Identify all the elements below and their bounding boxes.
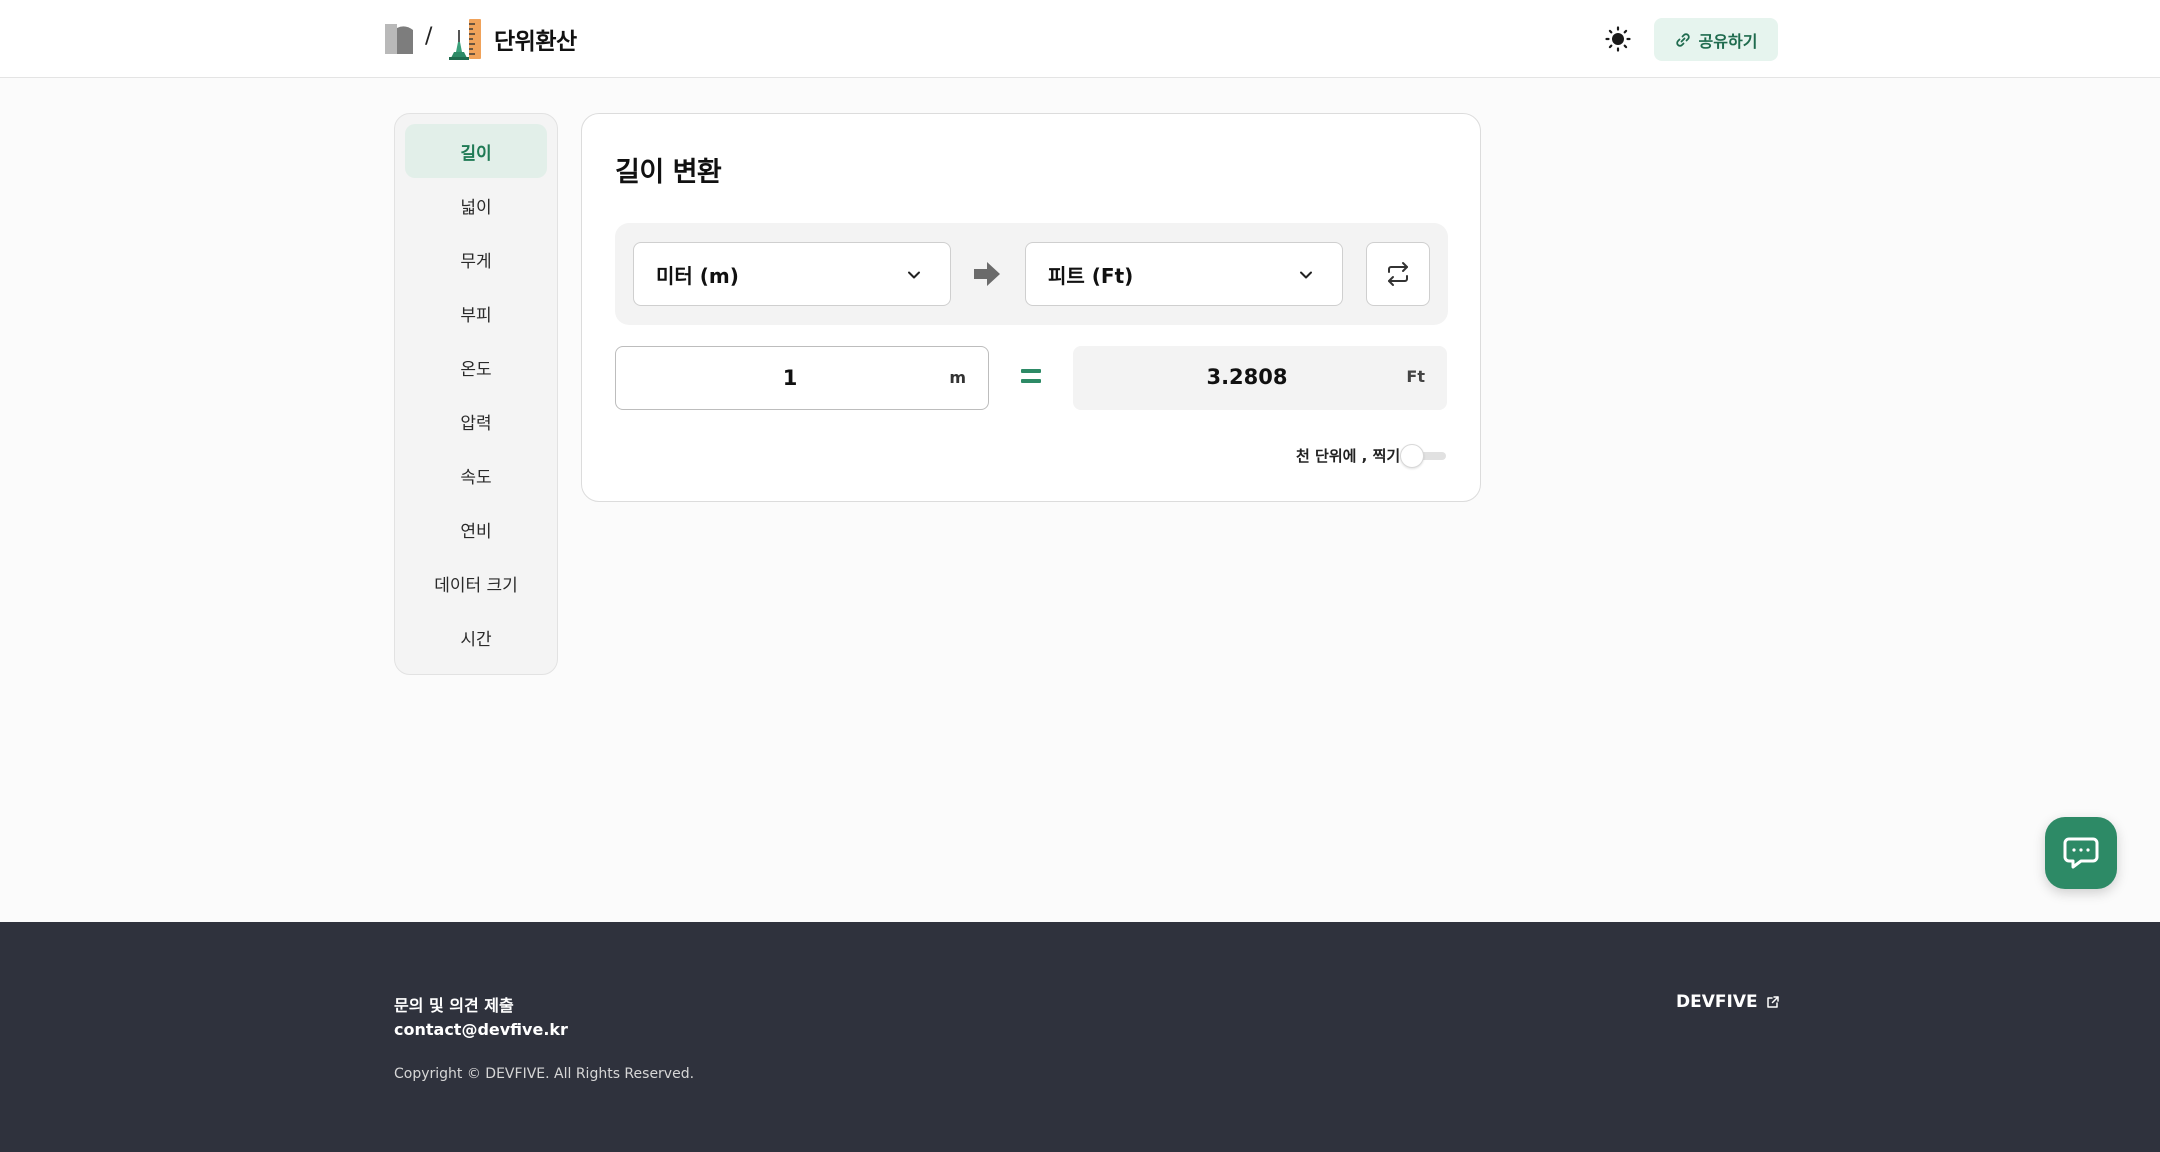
app-title[interactable]: 단위환산 xyxy=(494,22,577,56)
converter-card: 길이 변환 미터 (m) 피트 (Ft) m xyxy=(581,113,1481,502)
chat-button[interactable] xyxy=(2045,817,2117,889)
link-icon xyxy=(1675,32,1690,47)
swap-icon xyxy=(1388,262,1408,286)
sidebar-item-length[interactable]: 길이 xyxy=(405,124,547,178)
input-unit-label: m xyxy=(949,368,966,387)
devfive-external-link[interactable]: DEVFIVE xyxy=(1676,992,1780,1012)
chat-bubble-icon xyxy=(2063,837,2099,869)
sidebar-item-fuel-efficiency[interactable]: 연비 xyxy=(405,502,547,556)
top-header: / 단위환산 공유하기 xyxy=(0,0,2160,78)
sun-icon xyxy=(1605,26,1631,52)
sidebar-item-weight[interactable]: 무게 xyxy=(405,232,547,286)
external-link-icon xyxy=(1766,996,1779,1008)
sidebar-item-time[interactable]: 시간 xyxy=(405,610,547,664)
thousands-separator-toggle[interactable] xyxy=(1400,444,1448,468)
to-unit-value: 피트 (Ft) xyxy=(1048,263,1134,288)
result-output-box: 3.2808 Ft xyxy=(1073,346,1447,410)
footer-contact-email[interactable]: contact@devfive.kr xyxy=(394,1020,568,1039)
converter-title: 길이 변환 xyxy=(615,157,722,188)
chevron-down-icon xyxy=(1300,271,1312,279)
unit-converter-app-icon[interactable] xyxy=(447,18,485,60)
share-button[interactable]: 공유하기 xyxy=(1654,18,1778,61)
to-unit-select[interactable]: 피트 (Ft) xyxy=(1025,242,1343,306)
equals-icon xyxy=(1021,369,1041,383)
theme-toggle-button[interactable] xyxy=(1602,23,1634,55)
share-button-label: 공유하기 xyxy=(1698,31,1758,51)
sidebar-item-speed[interactable]: 속도 xyxy=(405,448,547,502)
page-footer: 문의 및 의견 제출 contact@devfive.kr Copyright … xyxy=(0,922,2160,1152)
toggle-knob xyxy=(1400,444,1424,468)
value-input-box[interactable]: m xyxy=(615,346,989,410)
footer-inquiry-label: 문의 및 의견 제출 xyxy=(394,996,514,1015)
sidebar-item-volume[interactable]: 부피 xyxy=(405,286,547,340)
devfive-logo-icon[interactable] xyxy=(383,22,415,56)
from-unit-select[interactable]: 미터 (m) xyxy=(633,242,951,306)
breadcrumb-separator: / xyxy=(425,24,433,49)
sidebar-item-area[interactable]: 넓이 xyxy=(405,178,547,232)
sidebar-item-temperature[interactable]: 온도 xyxy=(405,340,547,394)
sidebar-item-data-size[interactable]: 데이터 크기 xyxy=(405,556,547,610)
chevron-down-icon xyxy=(908,271,920,279)
unit-select-panel: 미터 (m) 피트 (Ft) xyxy=(615,223,1448,325)
value-input[interactable] xyxy=(616,347,936,409)
sidebar-item-pressure[interactable]: 압력 xyxy=(405,394,547,448)
arrow-right-icon xyxy=(974,262,1000,286)
thousands-separator-label: 천 단위에 , 찍기 xyxy=(1296,447,1401,465)
from-unit-value: 미터 (m) xyxy=(656,263,739,288)
footer-copyright: Copyright © DEVFIVE. All Rights Reserved… xyxy=(394,1066,695,1082)
output-unit-label: Ft xyxy=(1406,367,1425,386)
category-sidebar: 길이 넓이 무게 부피 온도 압력 속도 연비 데이터 크기 시간 xyxy=(394,113,558,675)
swap-units-button[interactable] xyxy=(1366,242,1430,306)
devfive-link-label: DEVFIVE xyxy=(1676,992,1758,1012)
result-value: 3.2808 xyxy=(1206,365,1288,389)
